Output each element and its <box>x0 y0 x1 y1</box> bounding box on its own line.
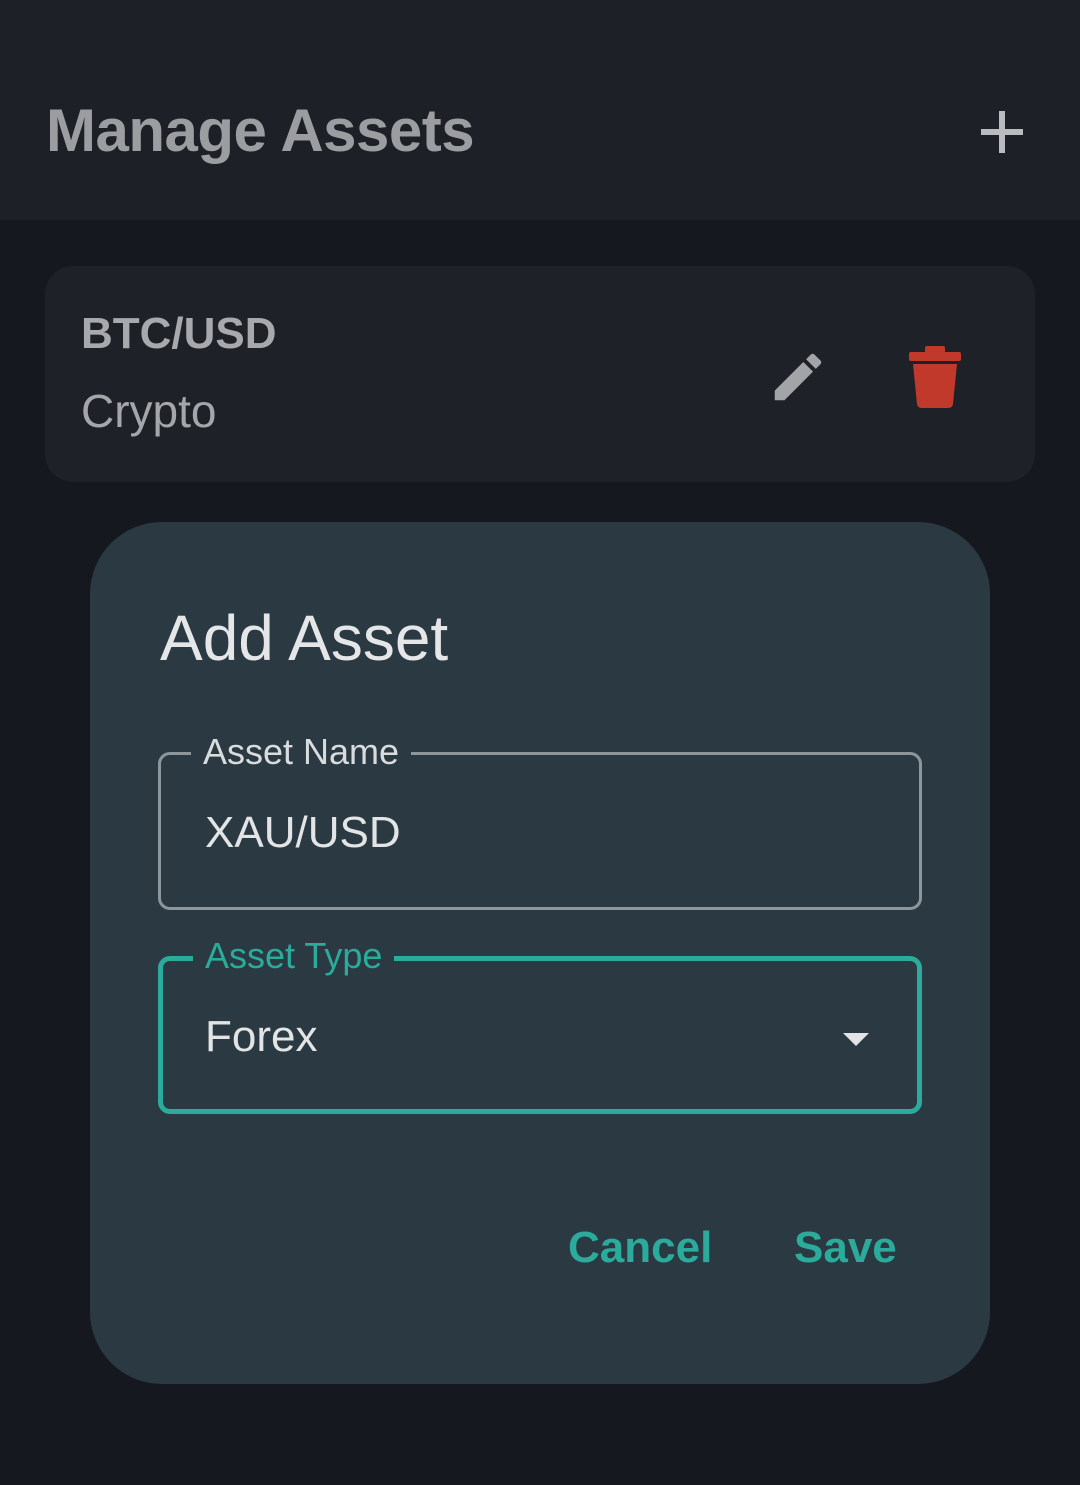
asset-card: BTC/USD Crypto <box>45 266 1035 482</box>
asset-type-label: Asset Type <box>193 935 395 977</box>
dropdown-arrow-icon <box>843 1033 869 1046</box>
app-bar: Manage Assets <box>0 0 1080 220</box>
asset-name-field[interactable]: Asset Name <box>158 731 922 910</box>
asset-name-label: Asset Name <box>191 731 412 773</box>
plus-icon <box>981 111 1023 153</box>
add-asset-button[interactable] <box>970 100 1034 164</box>
asset-name: BTC/USD <box>81 309 277 358</box>
asset-type-dropdown[interactable]: Asset Type Forex <box>158 935 922 1114</box>
asset-type: Crypto <box>81 385 217 437</box>
cancel-button[interactable]: Cancel <box>568 1222 712 1274</box>
edit-asset-button[interactable] <box>767 346 829 408</box>
trash-icon <box>909 346 961 408</box>
add-asset-dialog: Add Asset Asset Name Asset Type Forex Ca… <box>90 522 990 1384</box>
dialog-title: Add Asset <box>160 602 449 674</box>
delete-asset-button[interactable] <box>903 344 967 410</box>
pencil-icon <box>774 353 822 401</box>
asset-name-input[interactable] <box>205 803 845 863</box>
asset-type-selected-value: Forex <box>205 1012 318 1061</box>
page-title: Manage Assets <box>46 97 475 164</box>
save-button[interactable]: Save <box>794 1222 897 1274</box>
